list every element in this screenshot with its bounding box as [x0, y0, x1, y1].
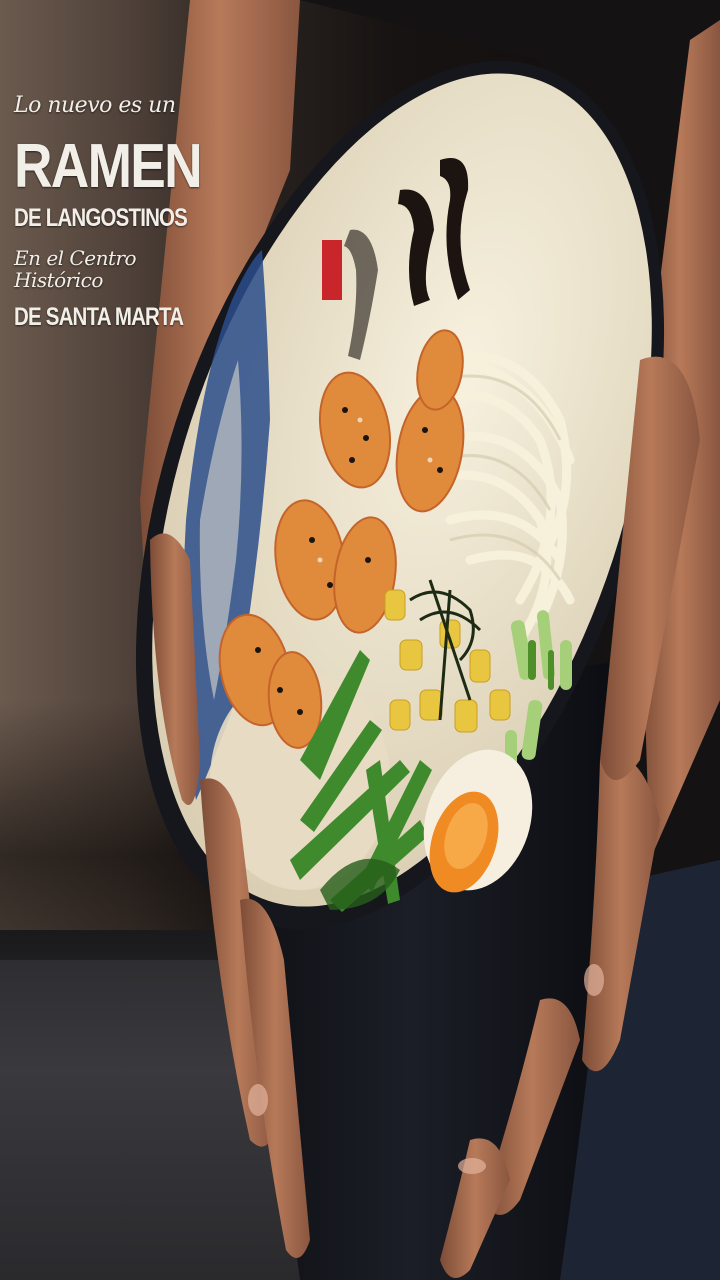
promo-line-4: En el Centro Histórico: [14, 246, 137, 293]
promo-tagline: Lo nuevo es un RAMEN DE LANGOSTINOS En e…: [14, 93, 203, 346]
promo-line-3: DE LANGOSTINOS: [14, 204, 188, 233]
red-seal: [322, 240, 342, 300]
promo-line-5: DE SANTA MARTA: [14, 303, 184, 332]
promo-line-1: Lo nuevo es un: [14, 93, 176, 118]
scene: Lo nuevo es un RAMEN DE LANGOSTINOS En e…: [0, 0, 720, 1280]
promo-line-2: RAMEN: [14, 132, 203, 202]
